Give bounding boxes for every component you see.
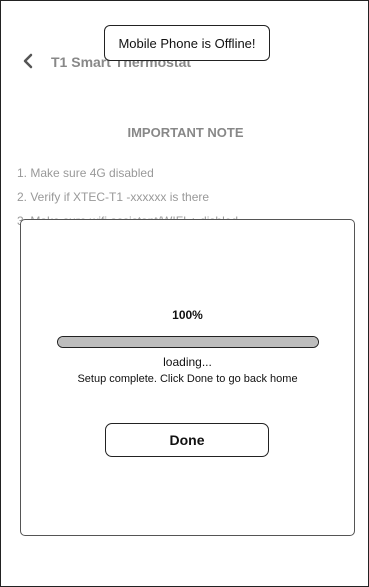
app-screen: T1 Smart Thermostat Mobile Phone is Offl… xyxy=(0,0,369,587)
note-heading: IMPORTANT NOTE xyxy=(127,125,244,140)
setup-progress-dialog: 100% loading... Setup complete. Click Do… xyxy=(20,219,355,536)
done-button[interactable]: Done xyxy=(105,423,269,457)
progress-percent: 100% xyxy=(172,308,203,322)
progress-bar-fill xyxy=(58,337,318,347)
note-item: 1. Make sure 4G disabled xyxy=(17,166,154,180)
progress-bar xyxy=(57,336,319,348)
back-button[interactable] xyxy=(17,50,39,72)
chevron-left-icon xyxy=(23,53,33,69)
note-item: 2. Verify if XTEC-T1 -xxxxxx is there xyxy=(17,190,210,204)
offline-toast: Mobile Phone is Offline! xyxy=(104,25,270,61)
setup-message: Setup complete. Click Done to go back ho… xyxy=(77,373,298,385)
loading-text: loading... xyxy=(163,355,212,369)
